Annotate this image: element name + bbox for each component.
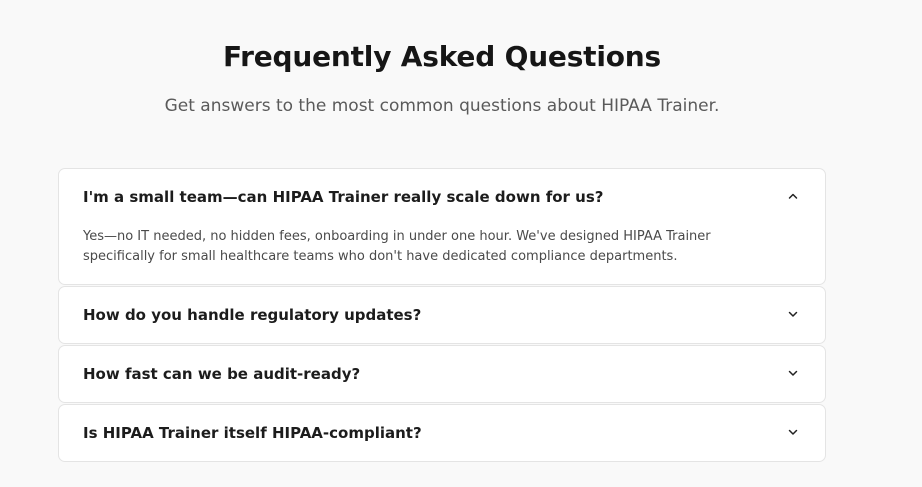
faq-item-scale-down[interactable]: I'm a small team—can HIPAA Trainer reall…	[58, 168, 826, 285]
faq-question-toggle[interactable]: How do you handle regulatory updates?	[59, 287, 825, 343]
chevron-up-icon[interactable]	[787, 190, 799, 202]
faq-question-text: How fast can we be audit-ready?	[83, 365, 361, 383]
faq-item-hipaa-compliant[interactable]: Is HIPAA Trainer itself HIPAA-compliant?	[58, 404, 826, 462]
page-title: Frequently Asked Questions	[222, 40, 661, 73]
faq-answer-text: Yes—no IT needed, no hidden fees, onboar…	[83, 229, 711, 264]
faq-item-regulatory-updates[interactable]: How do you handle regulatory updates?	[58, 286, 826, 344]
faq-question-text: How do you handle regulatory updates?	[83, 306, 422, 324]
faq-question-toggle[interactable]: I'm a small team—can HIPAA Trainer reall…	[59, 169, 825, 224]
faq-question-text: I'm a small team—can HIPAA Trainer reall…	[83, 188, 604, 206]
faq-question-toggle[interactable]: Is HIPAA Trainer itself HIPAA-compliant?	[59, 405, 825, 461]
faq-page: Frequently Asked Questions Get answers t…	[0, 0, 922, 487]
chevron-down-icon[interactable]	[787, 308, 799, 320]
page-subtitle: Get answers to the most common questions…	[164, 96, 720, 116]
faq-item-audit-ready[interactable]: How fast can we be audit-ready?	[58, 345, 826, 403]
chevron-down-icon[interactable]	[787, 367, 799, 379]
faq-question-text: Is HIPAA Trainer itself HIPAA-compliant?	[83, 424, 422, 442]
chevron-down-icon[interactable]	[787, 426, 799, 438]
faq-list: I'm a small team—can HIPAA Trainer reall…	[58, 168, 826, 463]
faq-question-toggle[interactable]: How fast can we be audit-ready?	[59, 346, 825, 402]
